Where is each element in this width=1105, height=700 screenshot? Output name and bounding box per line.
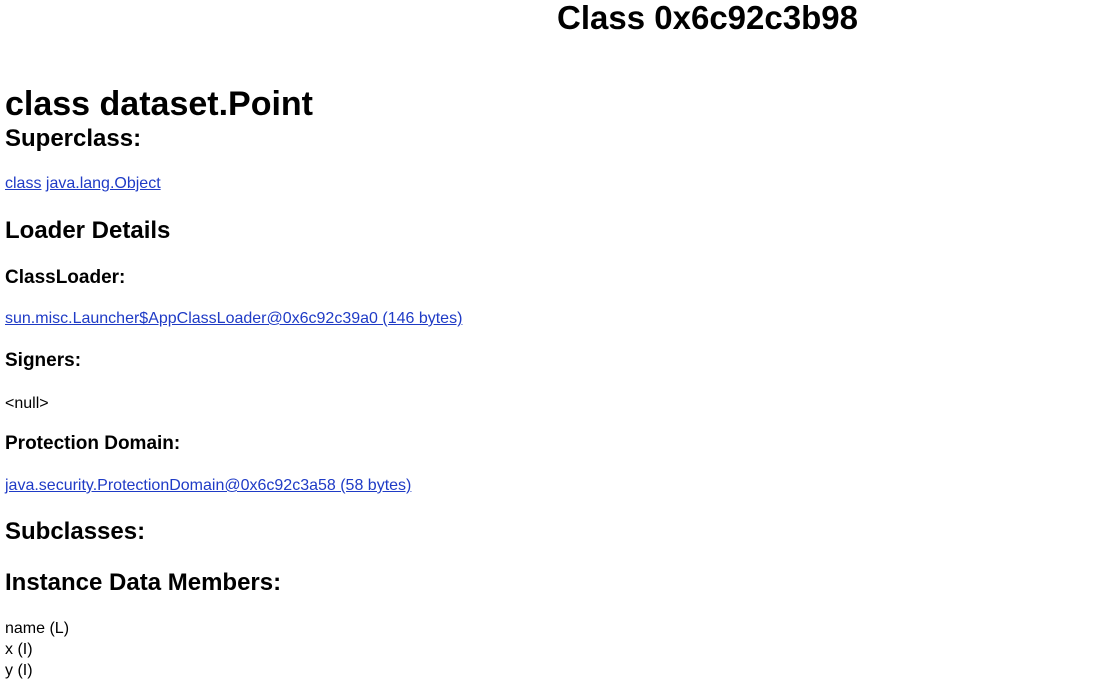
protection-domain-line: java.security.ProtectionDomain@0x6c92c3a… <box>5 475 411 496</box>
signers-value: <null> <box>5 395 49 412</box>
signers-heading: Signers: <box>5 350 82 371</box>
instance-members-heading: Instance Data Members: <box>5 569 282 596</box>
page-root: Class 0x6c92c3b98 class dataset.Point Su… <box>0 0 1105 700</box>
list-item: y (I) <box>5 662 33 679</box>
classloader-heading: ClassLoader: <box>5 267 126 288</box>
list-item: x (I) <box>5 641 33 658</box>
protection-domain-link[interactable]: java.security.ProtectionDomain@0x6c92c3a… <box>5 477 411 494</box>
page-title: Class 0x6c92c3b98 <box>557 0 858 36</box>
classloader-line: sun.misc.Launcher$AppClassLoader@0x6c92c… <box>5 308 462 329</box>
protection-domain-heading: Protection Domain: <box>5 433 181 454</box>
classloader-link[interactable]: sun.misc.Launcher$AppClassLoader@0x6c92c… <box>5 310 462 327</box>
superclass-heading: Superclass: <box>5 125 142 152</box>
superclass-line: class java.lang.Object <box>5 173 161 194</box>
list-item: name (L) <box>5 620 70 637</box>
superclass-name-link[interactable]: java.lang.Object <box>46 175 161 192</box>
class-heading: class dataset.Point <box>5 85 314 123</box>
instance-members-list: name (L) x (I) y (I) <box>5 618 69 681</box>
superclass-class-link[interactable]: class <box>5 175 41 192</box>
subclasses-heading: Subclasses: <box>5 518 146 545</box>
loader-details-heading: Loader Details <box>5 217 171 244</box>
